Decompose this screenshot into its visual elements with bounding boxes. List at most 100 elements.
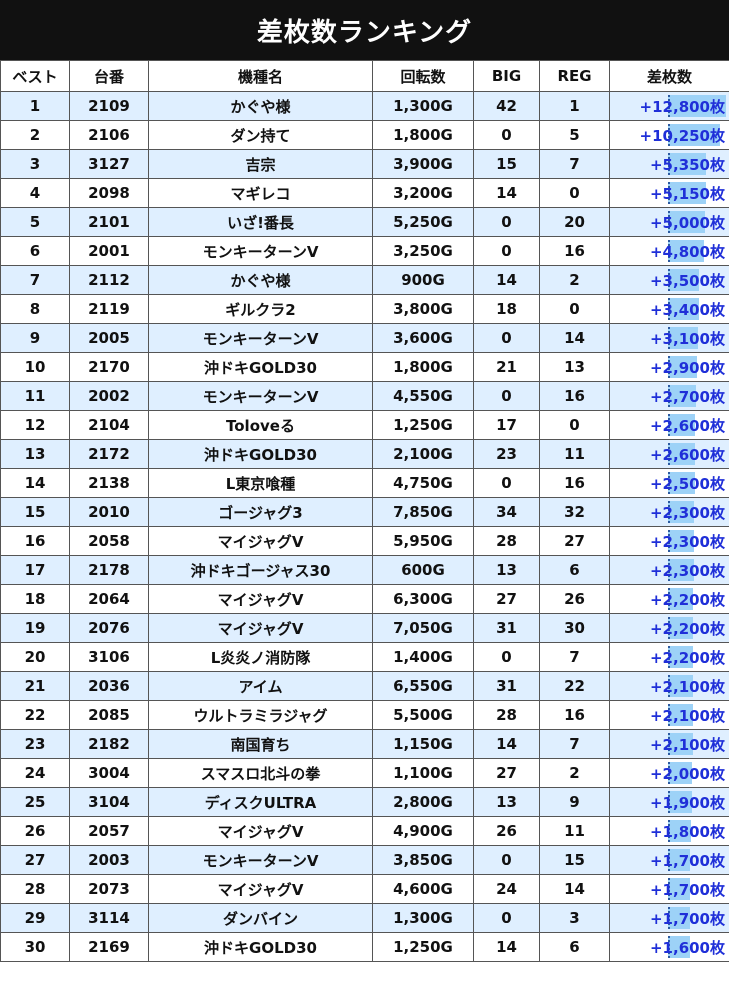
cell-big: 14 — [473, 265, 540, 295]
cell-model: 吉宗 — [148, 149, 373, 179]
diff-value: +10,250枚 — [639, 126, 725, 145]
cell-model: ディスクULTRA — [148, 787, 373, 817]
cell-big: 34 — [473, 497, 540, 527]
diff-value: +12,800枚 — [639, 97, 725, 116]
cell-reg: 16 — [539, 381, 610, 411]
cell-reg: 7 — [539, 729, 610, 759]
table-row: 17 2178 沖ドキゴージャス30 600G 13 6 +2,300枚 — [0, 555, 729, 585]
cell-diff: +2,200枚 — [609, 584, 729, 614]
cell-model: 沖ドキGOLD30 — [148, 352, 373, 382]
cell-big: 27 — [473, 758, 540, 788]
diff-value: +5,000枚 — [649, 213, 725, 232]
table-row: 18 2064 マイジャグV 6,300G 27 26 +2,200枚 — [0, 584, 729, 614]
cell-spins: 3,600G — [372, 323, 474, 353]
cell-model: モンキーターンV — [148, 236, 373, 266]
cell-machine-no: 2106 — [69, 120, 149, 150]
cell-spins: 7,050G — [372, 613, 474, 643]
cell-big: 18 — [473, 294, 540, 324]
cell-machine-no: 3114 — [69, 903, 149, 933]
cell-machine-no: 2170 — [69, 352, 149, 382]
table-row: 24 3004 スマスロ北斗の拳 1,100G 27 2 +2,000枚 — [0, 758, 729, 788]
cell-rank: 16 — [0, 526, 70, 556]
table-row: 1 2109 かぐや様 1,300G 42 1 +12,800枚 — [0, 91, 729, 121]
cell-model: Toloveる — [148, 410, 373, 440]
cell-reg: 0 — [539, 294, 610, 324]
cell-diff: +2,100枚 — [609, 671, 729, 701]
cell-machine-no: 3127 — [69, 149, 149, 179]
cell-reg: 7 — [539, 642, 610, 672]
diff-value: +2,200枚 — [649, 590, 725, 609]
cell-big: 15 — [473, 149, 540, 179]
cell-reg: 20 — [539, 207, 610, 237]
cell-machine-no: 2178 — [69, 555, 149, 585]
cell-rank: 28 — [0, 874, 70, 904]
table-row: 27 2003 モンキーターンV 3,850G 0 15 +1,700枚 — [0, 845, 729, 875]
table-row: 9 2005 モンキーターンV 3,600G 0 14 +3,100枚 — [0, 323, 729, 353]
cell-rank: 30 — [0, 932, 70, 962]
diff-value: +2,700枚 — [649, 387, 725, 406]
cell-diff: +3,400枚 — [609, 294, 729, 324]
cell-model: ギルクラ2 — [148, 294, 373, 324]
cell-diff: +5,350枚 — [609, 149, 729, 179]
cell-big: 17 — [473, 410, 540, 440]
cell-diff: +2,100枚 — [609, 729, 729, 759]
diff-value: +2,000枚 — [649, 764, 725, 783]
cell-reg: 32 — [539, 497, 610, 527]
cell-machine-no: 2109 — [69, 91, 149, 121]
cell-diff: +2,700枚 — [609, 381, 729, 411]
cell-rank: 25 — [0, 787, 70, 817]
cell-diff: +2,300枚 — [609, 555, 729, 585]
cell-reg: 2 — [539, 758, 610, 788]
cell-diff: +2,200枚 — [609, 642, 729, 672]
cell-big: 0 — [473, 207, 540, 237]
cell-reg: 3 — [539, 903, 610, 933]
cell-machine-no: 2112 — [69, 265, 149, 295]
cell-model: ゴージャグ3 — [148, 497, 373, 527]
table-row: 29 3114 ダンバイン 1,300G 0 3 +1,700枚 — [0, 903, 729, 933]
cell-machine-no: 2172 — [69, 439, 149, 469]
cell-reg: 22 — [539, 671, 610, 701]
cell-diff: +10,250枚 — [609, 120, 729, 150]
table-row: 14 2138 L東京喰種 4,750G 0 16 +2,500枚 — [0, 468, 729, 498]
cell-rank: 27 — [0, 845, 70, 875]
cell-spins: 1,300G — [372, 91, 474, 121]
cell-spins: 2,100G — [372, 439, 474, 469]
cell-model: モンキーターンV — [148, 381, 373, 411]
diff-value: +2,600枚 — [649, 445, 725, 464]
cell-big: 31 — [473, 613, 540, 643]
cell-spins: 3,250G — [372, 236, 474, 266]
cell-spins: 900G — [372, 265, 474, 295]
cell-spins: 1,300G — [372, 903, 474, 933]
cell-diff: +2,900枚 — [609, 352, 729, 382]
table-row: 28 2073 マイジャグV 4,600G 24 14 +1,700枚 — [0, 874, 729, 904]
cell-machine-no: 3104 — [69, 787, 149, 817]
cell-rank: 21 — [0, 671, 70, 701]
cell-spins: 1,100G — [372, 758, 474, 788]
cell-reg: 5 — [539, 120, 610, 150]
cell-big: 24 — [473, 874, 540, 904]
cell-spins: 1,250G — [372, 410, 474, 440]
table-row: 5 2101 いざ!番長 5,250G 0 20 +5,000枚 — [0, 207, 729, 237]
table-row: 7 2112 かぐや様 900G 14 2 +3,500枚 — [0, 265, 729, 295]
diff-value: +2,100枚 — [649, 706, 725, 725]
cell-model: アイム — [148, 671, 373, 701]
cell-reg: 16 — [539, 468, 610, 498]
cell-spins: 4,900G — [372, 816, 474, 846]
header-machine-no: 台番 — [69, 60, 149, 92]
cell-big: 31 — [473, 671, 540, 701]
diff-value: +3,100枚 — [649, 329, 725, 348]
cell-diff: +2,300枚 — [609, 497, 729, 527]
table-body: 1 2109 かぐや様 1,300G 42 1 +12,800枚 2 2106 ダン持て 1,800… — [0, 91, 729, 962]
cell-reg: 1 — [539, 91, 610, 121]
cell-machine-no: 2073 — [69, 874, 149, 904]
cell-rank: 1 — [0, 91, 70, 121]
cell-reg: 2 — [539, 265, 610, 295]
ranking-table: ベスト 台番 機種名 回転数 BIG REG 差枚数 1 2109 かぐや様 1,30… — [0, 60, 729, 962]
cell-rank: 5 — [0, 207, 70, 237]
cell-rank: 4 — [0, 178, 70, 208]
diff-value: +1,700枚 — [649, 909, 725, 928]
cell-diff: +5,150枚 — [609, 178, 729, 208]
diff-value: +1,600枚 — [649, 938, 725, 957]
cell-model: ウルトラミラジャグ — [148, 700, 373, 730]
cell-diff: +2,500枚 — [609, 468, 729, 498]
